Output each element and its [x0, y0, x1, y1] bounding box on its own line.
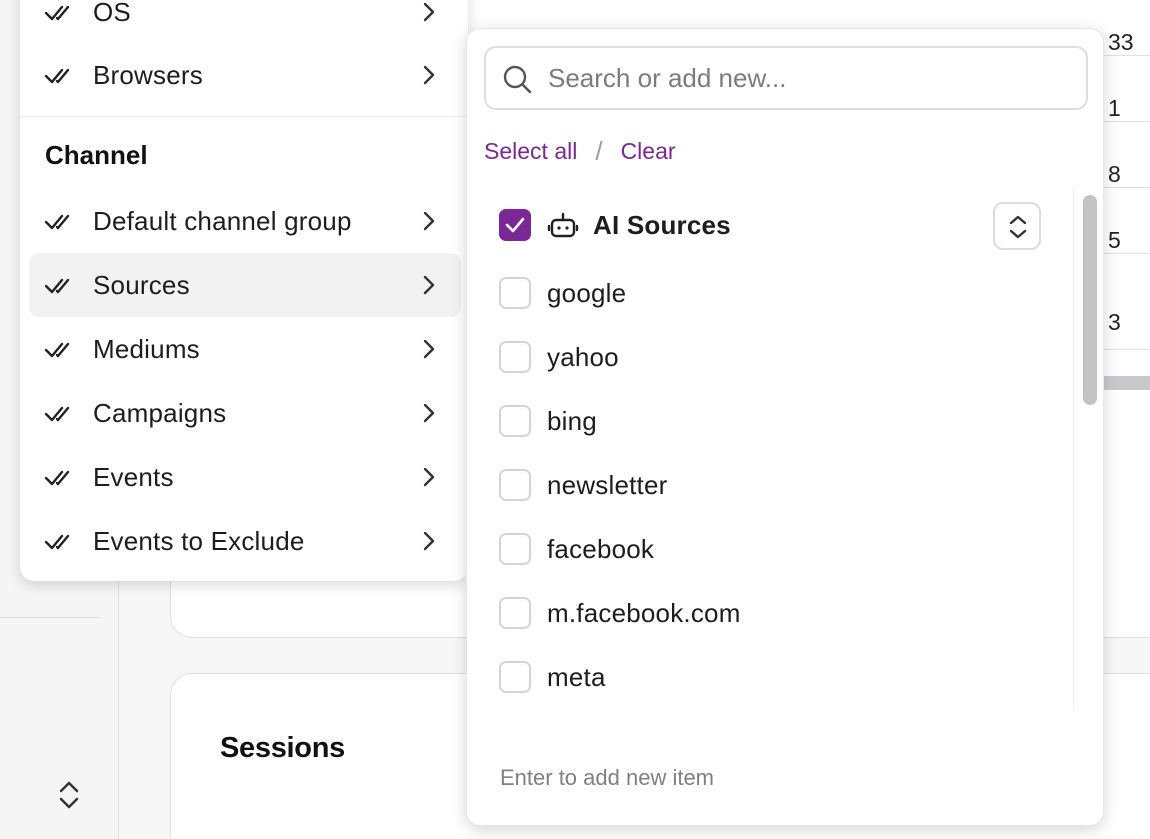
chevron-right-icon — [423, 403, 435, 423]
menu-item-os[interactable]: OS — [29, 0, 461, 44]
expand-group-button[interactable] — [993, 202, 1041, 250]
horizontal-scrollbar[interactable] — [1104, 376, 1150, 390]
chevron-right-icon — [423, 2, 435, 22]
menu-item-label: Events to Exclude — [93, 525, 305, 556]
double-check-icon — [45, 342, 70, 358]
clear-link[interactable]: Clear — [621, 138, 676, 165]
section-title-channel: Channel — [45, 140, 148, 170]
selection-actions: Select all / Clear — [484, 136, 676, 167]
option-label: meta — [547, 661, 606, 692]
menu-item-label: Mediums — [93, 333, 200, 364]
menu-item-label: Default channel group — [93, 205, 352, 236]
select-all-link[interactable]: Select all — [484, 138, 577, 165]
menu-item-label: Sources — [93, 269, 190, 300]
checkbox[interactable] — [499, 405, 531, 437]
chevron-right-icon — [423, 275, 435, 295]
option-label: m.facebook.com — [547, 597, 741, 628]
robot-icon — [547, 212, 579, 238]
double-check-icon — [45, 278, 70, 294]
option-label: newsletter — [547, 469, 668, 500]
double-check-icon — [45, 470, 70, 486]
menu-item-browsers[interactable]: Browsers — [29, 43, 461, 107]
option-label: AI Sources — [593, 209, 731, 240]
menu-item-events-to-exclude[interactable]: Events to Exclude — [29, 509, 461, 573]
separator: / — [595, 136, 603, 166]
option-bing[interactable]: bing — [499, 401, 597, 441]
checkbox[interactable] — [499, 533, 531, 565]
checkbox[interactable] — [499, 341, 531, 373]
search-box — [484, 46, 1088, 110]
option-label: google — [547, 277, 627, 308]
search-input[interactable] — [548, 56, 1068, 100]
option-meta[interactable]: meta — [499, 657, 606, 697]
menu-item-mediums[interactable]: Mediums — [29, 317, 461, 381]
checkbox[interactable] — [499, 277, 531, 309]
chevron-right-icon — [423, 339, 435, 359]
double-check-icon — [45, 534, 70, 550]
option-label: yahoo — [547, 341, 619, 372]
card-title: Sessions — [220, 732, 345, 764]
menu-divider — [20, 116, 468, 117]
chevron-right-icon — [423, 65, 435, 85]
checkbox[interactable] — [499, 661, 531, 693]
table-cell-value: 8 — [1108, 161, 1121, 187]
checkbox[interactable] — [499, 597, 531, 629]
double-check-icon — [45, 214, 70, 230]
rail-divider — [0, 617, 100, 618]
menu-item-default-channel-group[interactable]: Default channel group — [29, 189, 461, 253]
table-cell-value: 1 — [1108, 95, 1121, 121]
check-icon — [505, 217, 525, 233]
table-cell-value: 3 — [1108, 309, 1121, 335]
option-m-facebook-com[interactable]: m.facebook.com — [499, 593, 741, 633]
filter-menu: OS Browsers Channel Default channel grou… — [20, 0, 468, 581]
chevron-right-icon — [423, 531, 435, 551]
menu-item-campaigns[interactable]: Campaigns — [29, 381, 461, 445]
menu-item-label: Events — [93, 461, 174, 492]
sources-dropdown: Select all / Clear AI Sources google yah… — [466, 28, 1104, 826]
menu-item-label: Browsers — [93, 59, 203, 90]
option-label: bing — [547, 405, 597, 436]
menu-item-label: OS — [93, 0, 131, 27]
options-list: AI Sources google yahoo bing newsletter … — [467, 189, 1073, 709]
option-facebook[interactable]: facebook — [499, 529, 654, 569]
expand-collapse-icon[interactable] — [56, 778, 82, 812]
vertical-scrollbar-thumb[interactable] — [1083, 195, 1097, 405]
search-icon — [503, 65, 532, 94]
checkbox[interactable] — [499, 469, 531, 501]
option-label: facebook — [547, 533, 655, 564]
checkbox[interactable] — [499, 209, 531, 241]
table-cell-value: 33 — [1108, 29, 1134, 55]
chevron-right-icon — [423, 211, 435, 231]
chevron-right-icon — [423, 467, 435, 487]
option-google[interactable]: google — [499, 273, 626, 313]
option-newsletter[interactable]: newsletter — [499, 465, 668, 505]
double-check-icon — [45, 68, 70, 84]
menu-item-label: Campaigns — [93, 397, 227, 428]
option-yahoo[interactable]: yahoo — [499, 337, 619, 377]
chevron-up-down-icon — [1009, 215, 1027, 239]
option-ai-sources[interactable]: AI Sources — [499, 205, 731, 245]
table-cell-value: 5 — [1108, 227, 1121, 253]
add-item-hint: Enter to add new item — [500, 765, 715, 790]
double-check-icon — [45, 5, 70, 21]
menu-item-sources[interactable]: Sources — [29, 253, 461, 317]
menu-item-events[interactable]: Events — [29, 445, 461, 509]
double-check-icon — [45, 406, 70, 422]
